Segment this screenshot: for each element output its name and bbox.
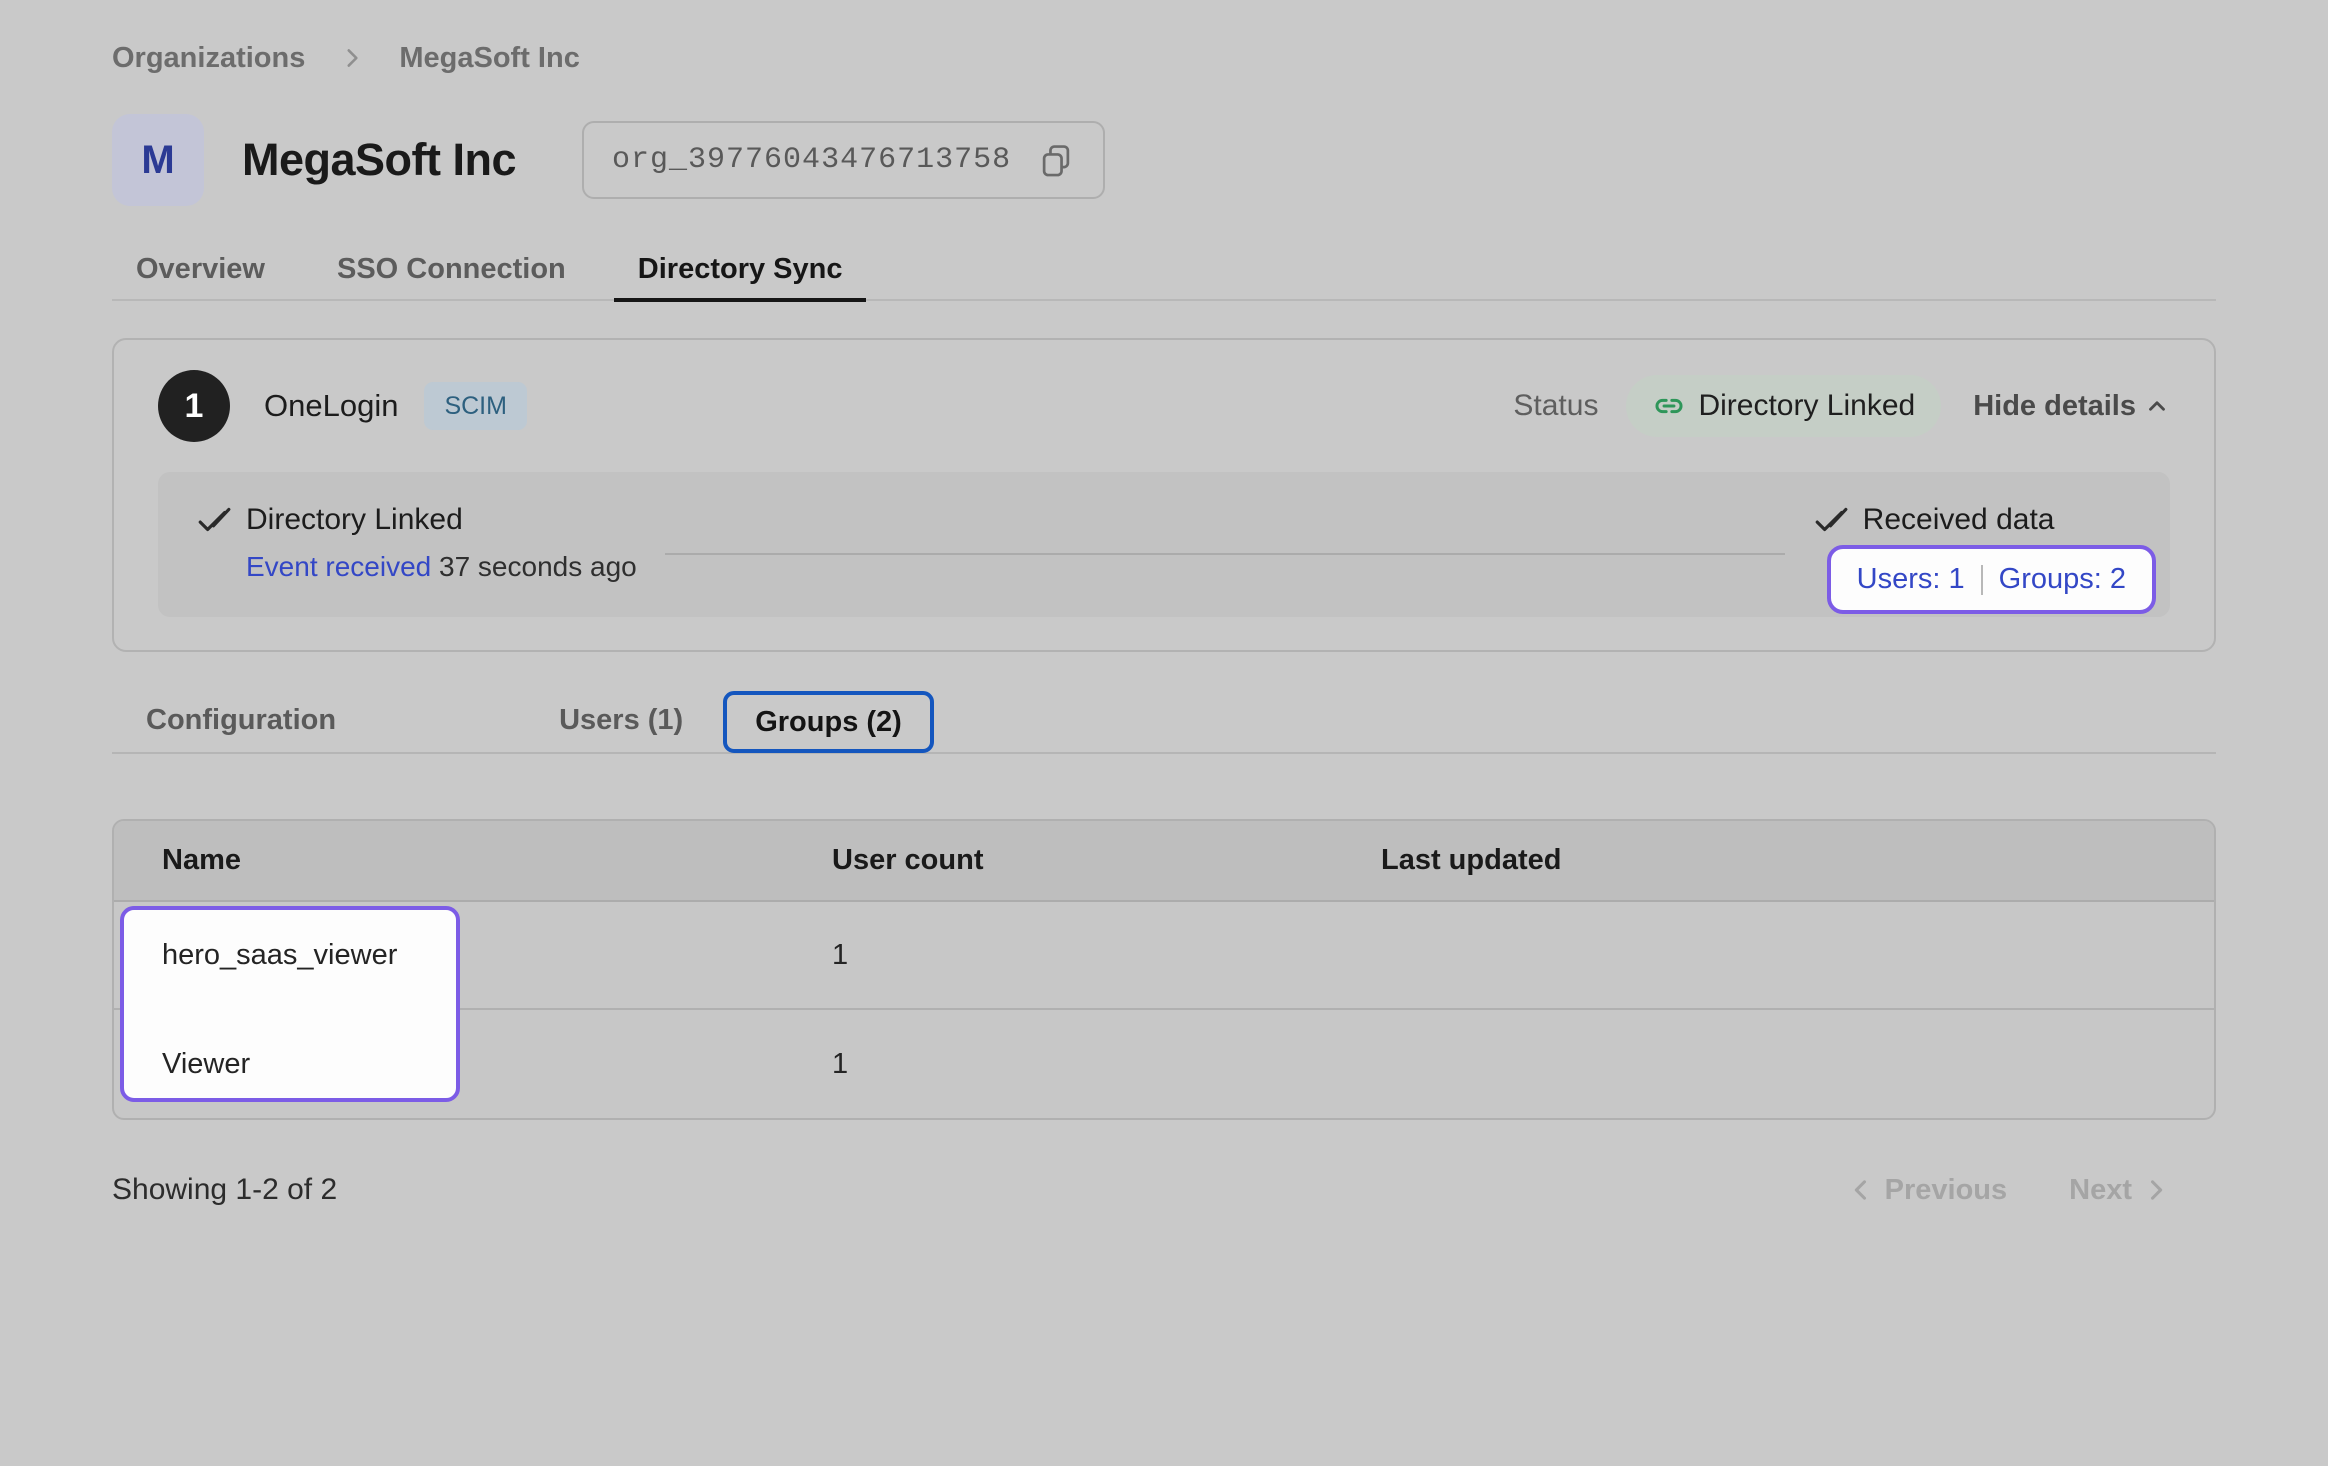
tab-directory-sync[interactable]: Directory Sync [614, 236, 867, 302]
cell-user-count: 1 [832, 1048, 1381, 1081]
subtab-configuration[interactable]: Configuration [146, 704, 336, 737]
copy-org-id-button[interactable] [1037, 141, 1075, 179]
chevron-right-icon [339, 45, 365, 71]
step-linked-subtext: Event received 37 seconds ago [246, 551, 637, 583]
cell-user-count: 1 [832, 939, 1381, 972]
hide-details-toggle[interactable]: Hide details [1973, 390, 2170, 423]
step-received-title: Received data [1863, 503, 2055, 537]
groups-count-link[interactable]: Groups: 2 [1999, 563, 2126, 596]
chevron-right-icon [2142, 1176, 2170, 1204]
table-footer: Showing 1-2 of 2 Previous Next [112, 1168, 2216, 1212]
pagination-controls: Previous Next [1847, 1174, 2170, 1207]
directory-subtabs: Configuration Users (1) Groups (2) [112, 688, 2216, 754]
double-check-icon [196, 502, 232, 538]
org-tabs: Overview SSO Connection Directory Sync [112, 236, 2216, 301]
next-label: Next [2069, 1174, 2132, 1207]
organization-directory-sync-page: Organizations MegaSoft Inc M MegaSoft In… [0, 40, 2328, 1212]
org-id-value: org_39776043476713758 [612, 143, 1011, 177]
hide-details-label: Hide details [1973, 390, 2136, 423]
cell-group-name[interactable]: Viewer [162, 1048, 832, 1081]
status-label: Status [1513, 389, 1598, 423]
chevron-up-icon [2144, 393, 2170, 419]
counts-divider [1981, 565, 1983, 595]
connection-card-header: 1 OneLogin SCIM Status Directory Linked [158, 370, 2170, 442]
status-value: Directory Linked [1698, 389, 1915, 423]
groups-table: Name User count Last updated hero_saas_v… [112, 819, 2216, 1120]
tab-overview[interactable]: Overview [112, 236, 289, 302]
org-header: M MegaSoft Inc org_39776043476713758 [112, 114, 2216, 206]
provider-name: OneLogin [264, 388, 398, 424]
pagination-summary: Showing 1-2 of 2 [112, 1173, 337, 1207]
protocol-badge: SCIM [424, 382, 527, 430]
received-counts-annotation: Users: 1 Groups: 2 [1827, 545, 2156, 614]
step-directory-linked: Directory Linked Event received 37 secon… [196, 502, 637, 583]
org-id-chip[interactable]: org_39776043476713758 [582, 121, 1105, 199]
previous-label: Previous [1885, 1174, 2008, 1207]
status-group: Status Directory Linked Hide details [1513, 375, 2170, 437]
copy-icon [1037, 141, 1075, 179]
previous-page-button[interactable]: Previous [1847, 1174, 2008, 1207]
column-header-user-count: User count [832, 844, 1381, 877]
page-title: MegaSoft Inc [242, 134, 516, 186]
breadcrumb-current-org: MegaSoft Inc [399, 42, 579, 75]
subtab-users[interactable]: Users (1) [559, 704, 683, 737]
column-header-last-updated: Last updated [1381, 844, 2166, 877]
step-received-data: Received data Users: 1 Groups: 2 [1813, 502, 2156, 614]
step-linked-title: Directory Linked [246, 503, 463, 537]
status-badge: Directory Linked [1626, 375, 1941, 437]
subtab-groups[interactable]: Groups (2) [755, 706, 902, 739]
table-header-row: Name User count Last updated [114, 821, 2214, 902]
event-received-link[interactable]: Event received [246, 551, 431, 582]
directory-connection-card: 1 OneLogin SCIM Status Directory Linked [112, 338, 2216, 652]
cell-group-name[interactable]: hero_saas_viewer [162, 939, 832, 972]
event-time: 37 seconds ago [431, 551, 637, 582]
users-count-link[interactable]: Users: 1 [1857, 563, 1965, 596]
next-page-button[interactable]: Next [2069, 1174, 2170, 1207]
double-check-icon [1813, 502, 1849, 538]
column-header-name: Name [162, 844, 832, 877]
sync-timeline-panel: Directory Linked Event received 37 secon… [158, 472, 2170, 617]
link-icon [1652, 389, 1686, 423]
tab-sso-connection[interactable]: SSO Connection [313, 236, 590, 302]
timeline-connector-line [665, 553, 1785, 555]
chevron-left-icon [1847, 1176, 1875, 1204]
breadcrumb: Organizations MegaSoft Inc [112, 40, 2216, 76]
connection-index-badge: 1 [158, 370, 230, 442]
org-avatar: M [112, 114, 204, 206]
subtab-groups-highlight: Groups (2) [723, 691, 934, 753]
breadcrumb-organizations[interactable]: Organizations [112, 42, 305, 75]
